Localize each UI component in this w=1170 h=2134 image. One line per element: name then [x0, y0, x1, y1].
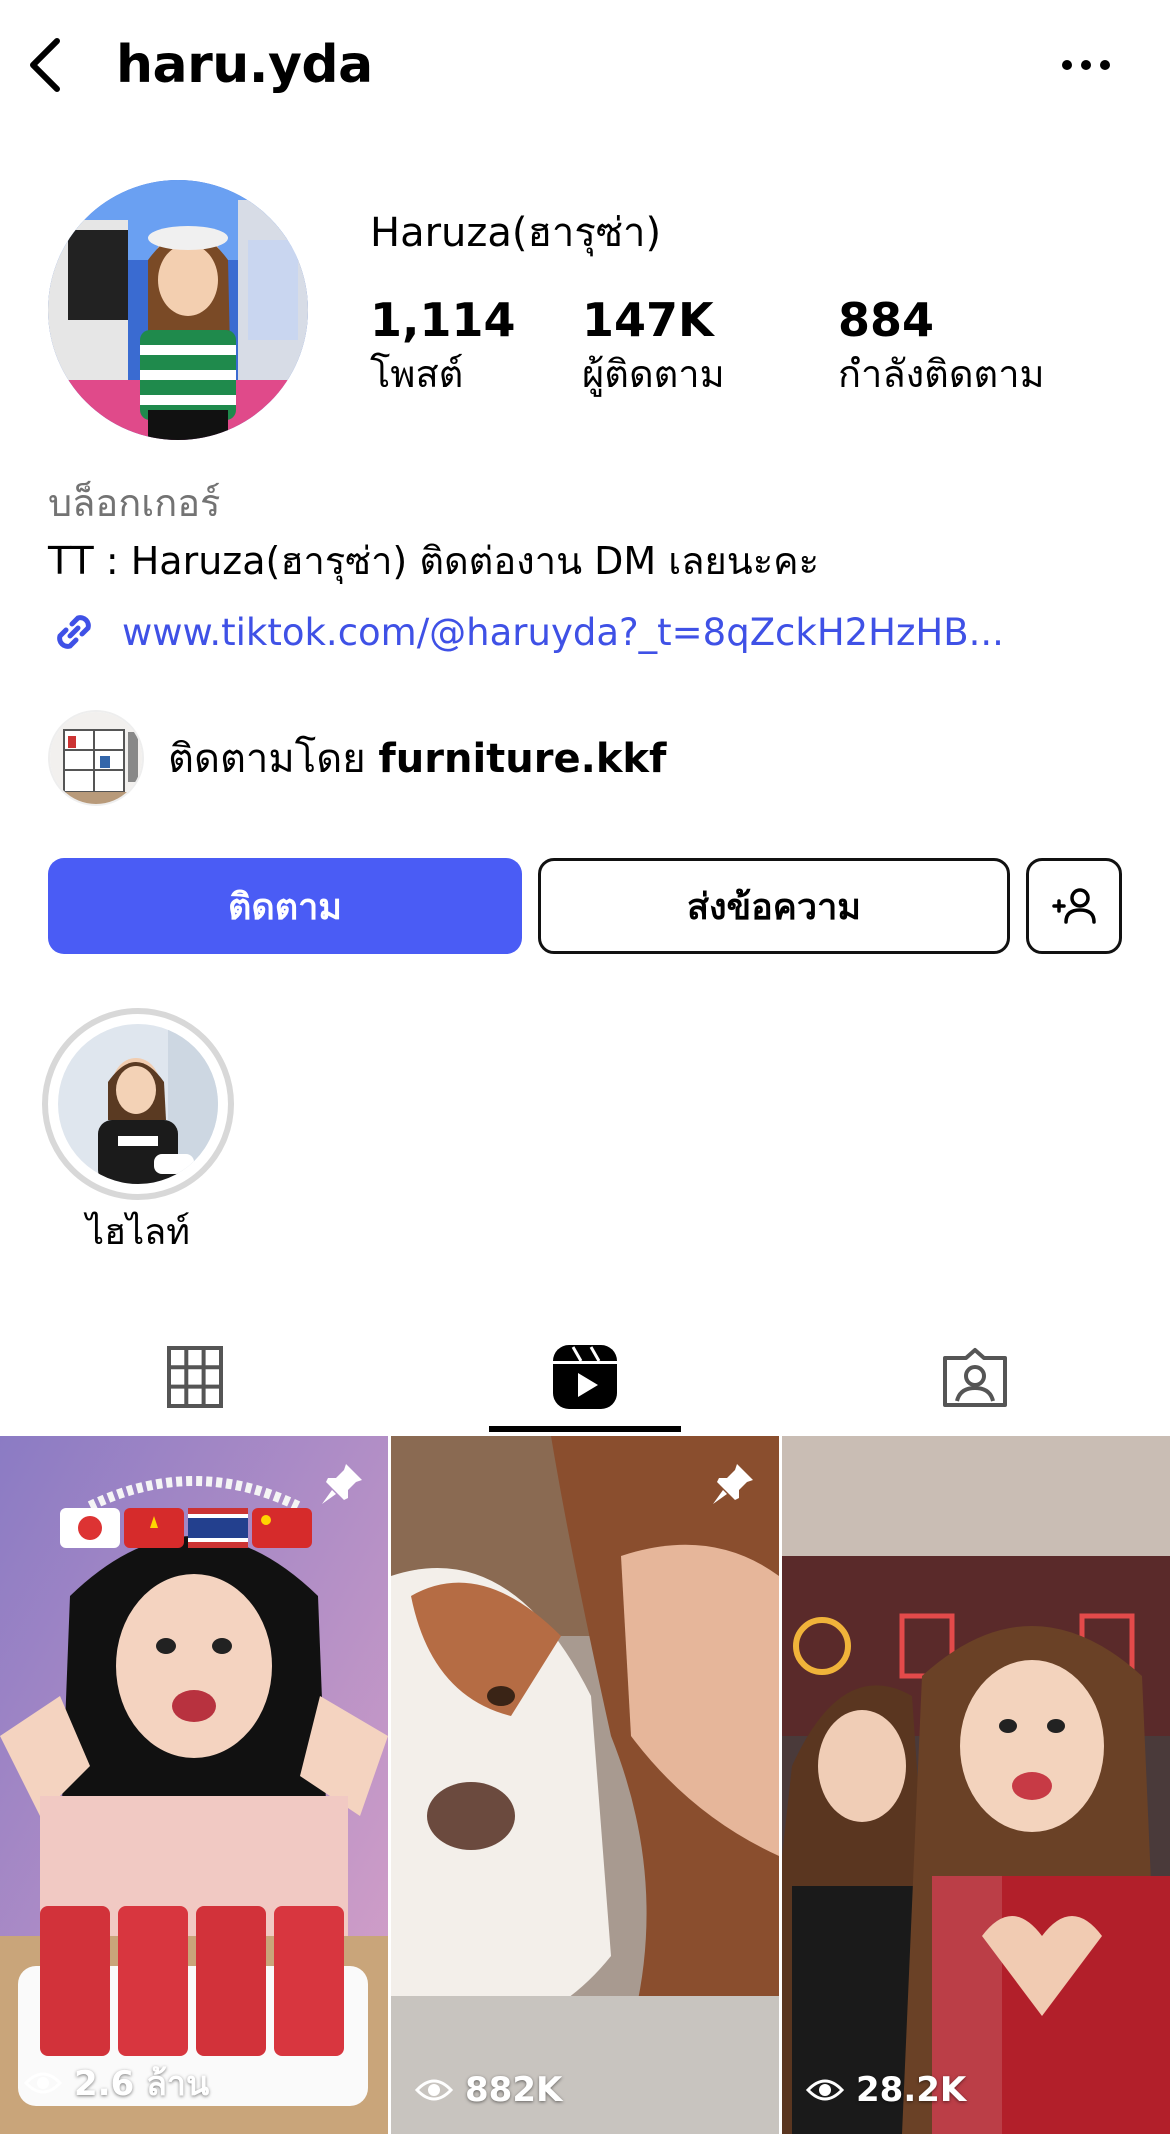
- reel-thumbnail[interactable]: 882K: [391, 1436, 779, 2134]
- followed-by-name[interactable]: furniture.kkf: [378, 736, 666, 782]
- views-icon: [806, 2079, 844, 2101]
- highlight-cover: [58, 1024, 218, 1184]
- profile-link-text[interactable]: www.tiktok.com/@haruyda?_t=8qZckH2HzHB..…: [122, 611, 1082, 654]
- profile-username: haru.yda: [116, 35, 373, 95]
- add-user-icon: [1052, 888, 1096, 924]
- following-count: 884: [838, 293, 935, 347]
- posts-count: 1,114: [370, 293, 516, 347]
- active-tab-indicator: [489, 1426, 681, 1432]
- profile-avatar[interactable]: [48, 180, 308, 440]
- reel-thumbnail[interactable]: 28.2K: [782, 1436, 1170, 2134]
- following-label: กำลังติดตาม: [838, 352, 1045, 396]
- tab-tagged[interactable]: [780, 1320, 1170, 1434]
- posts-stat[interactable]: 1,114 โพสต์: [370, 292, 516, 400]
- grid-icon: [167, 1346, 223, 1408]
- pin-icon: [322, 1464, 362, 1504]
- followers-count: 147K: [582, 293, 714, 347]
- reel-thumbnail[interactable]: 2.6 ล้าน: [0, 1436, 388, 2134]
- followed-by[interactable]: ติดตามโดย furniture.kkf: [48, 710, 666, 806]
- followers-label: ผู้ติดตาม: [582, 352, 725, 396]
- followed-by-avatar: [48, 710, 144, 806]
- link-icon: [57, 615, 91, 649]
- story-highlight[interactable]: ไฮไลท์: [42, 1008, 234, 1258]
- views-icon: [24, 2072, 62, 2094]
- following-stat[interactable]: 884 กำลังติดตาม: [838, 292, 1045, 400]
- message-button[interactable]: ส่งข้อความ: [538, 858, 1010, 954]
- more-options-button[interactable]: [1056, 40, 1116, 90]
- pin-icon: [713, 1464, 753, 1504]
- reels-grid: 2.6 ล้าน 882K 28.2K: [0, 1436, 1170, 2134]
- more-horizontal-icon: [1062, 60, 1110, 70]
- reel-view-count: 28.2K: [856, 2070, 967, 2110]
- profile-display-name: Haruza(ฮารุซ่า): [370, 210, 662, 256]
- tagged-icon: [943, 1348, 1007, 1407]
- reel-view-count: 882K: [465, 2070, 563, 2110]
- posts-label: โพสต์: [370, 352, 464, 396]
- profile-category: บล็อกเกอร์: [48, 481, 221, 525]
- followed-by-prefix: ติดตามโดย: [168, 736, 366, 782]
- suggest-users-button[interactable]: [1026, 858, 1122, 954]
- reels-icon: [553, 1345, 617, 1409]
- highlight-label: ไฮไลท์: [86, 1212, 190, 1253]
- views-icon: [415, 2079, 453, 2101]
- follow-button[interactable]: ติดตาม: [48, 858, 522, 954]
- profile-link[interactable]: www.tiktok.com/@haruyda?_t=8qZckH2HzHB..…: [48, 602, 1082, 662]
- chevron-left-icon: [30, 38, 60, 92]
- tab-posts[interactable]: [0, 1320, 390, 1434]
- profile-bio: TT : Haruza(ฮารุซ่า) ติดต่องาน DM เลยนะค…: [48, 539, 820, 583]
- top-bar: haru.yda: [0, 0, 1170, 130]
- reel-view-count: 2.6 ล้าน: [74, 2064, 210, 2104]
- profile-tabs: [0, 1320, 1170, 1434]
- tab-reels[interactable]: [390, 1320, 780, 1434]
- back-button[interactable]: [20, 30, 70, 100]
- followers-stat[interactable]: 147K ผู้ติดตาม: [582, 292, 725, 400]
